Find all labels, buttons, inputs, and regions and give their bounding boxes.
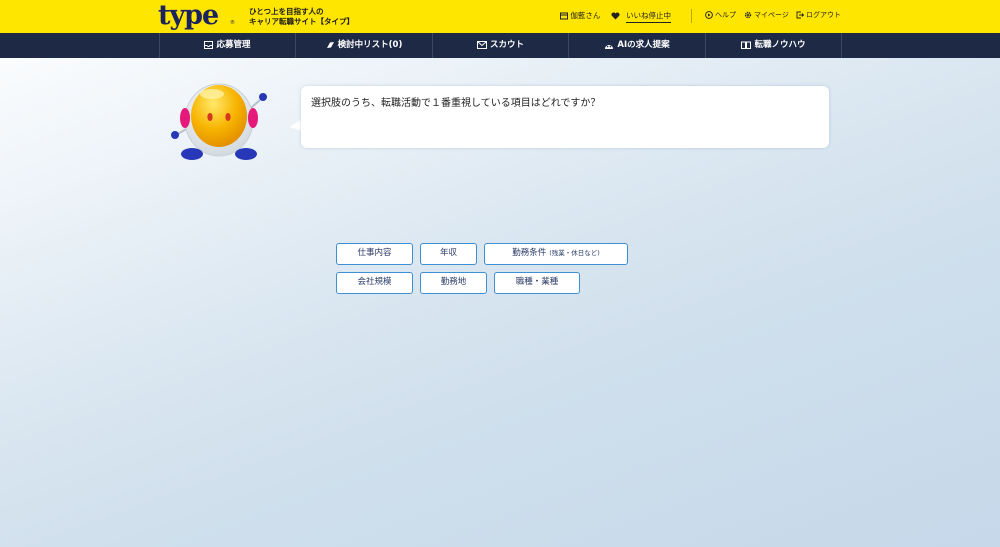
nav-item-shortlist[interactable]: 検討中リスト(0) (296, 33, 433, 58)
like-pause-link[interactable]: いいね停止中 (626, 10, 671, 23)
choice-job-type[interactable]: 職種・業種 (494, 272, 580, 294)
choice-label: 仕事内容 (357, 248, 392, 258)
nav-label: 転職ノウハウ (754, 40, 806, 50)
logout-icon (796, 11, 805, 19)
mypage-label: マイページ (754, 11, 789, 19)
robot-icon (605, 44, 614, 49)
logout-label: ログアウト (806, 11, 841, 19)
choice-label: 勤務条件 (512, 248, 547, 258)
choice-label: 勤務地 (440, 277, 467, 287)
choice-label: 会社規模 (357, 277, 392, 287)
nav-item-applications[interactable]: 応募管理 (159, 33, 296, 58)
nav-label: AIの求人提案 (617, 40, 670, 50)
user-greeting[interactable]: 伽藍さん (560, 10, 600, 22)
nav-label: 応募管理 (216, 40, 251, 50)
user-icon (560, 12, 568, 20)
choice-note: (残業・休日など) (549, 249, 600, 257)
tagline-line1: ひとつ上を目指す人の (249, 7, 324, 16)
logout-link[interactable]: ログアウト (796, 9, 841, 21)
choice-job-content[interactable]: 仕事内容 (336, 243, 413, 265)
choice-salary[interactable]: 年収 (420, 243, 477, 265)
user-name: 伽藍さん (570, 11, 601, 20)
choice-company-size[interactable]: 会社規模 (336, 272, 413, 294)
choice-label: 職種・業種 (515, 277, 559, 287)
header-divider (691, 9, 692, 23)
book-icon (741, 41, 752, 49)
question-bubble: 選択肢のうち、転職活動で１番重視している項目はどれですか？ (301, 86, 829, 148)
registered-mark: ® (230, 20, 235, 26)
mail-icon (476, 40, 487, 49)
mypage-link[interactable]: マイページ (744, 9, 789, 21)
inbox-icon (204, 40, 214, 49)
choice-work-conditions[interactable]: 勤務条件 (残業・休日など) (484, 243, 628, 265)
type-logo[interactable]: type (158, 0, 219, 32)
gear-icon (744, 11, 752, 19)
main-nav: 応募管理 検討中リスト(0) スカウト AIの求人提案 転職ノウハウ (0, 33, 1000, 58)
tagline-line2: キャリア転職サイト【タイプ】 (249, 17, 354, 26)
nav-item-ai-suggestions[interactable]: AIの求人提案 (569, 33, 706, 58)
top-header: type ® ひとつ上を目指す人の キャリア転職サイト【タイプ】 伽藍さん いい… (0, 0, 1000, 33)
nav-item-scout[interactable]: スカウト (433, 33, 569, 58)
nav-item-knowhow[interactable]: 転職ノウハウ (706, 33, 842, 58)
bookmark-icon (326, 41, 334, 48)
heart-icon (611, 12, 620, 20)
nav-label: 検討中リスト(0) (337, 40, 403, 50)
help-link[interactable]: ヘルプ (705, 9, 736, 21)
choice-location[interactable]: 勤務地 (420, 272, 487, 294)
mascot-robot-image (171, 83, 267, 160)
site-tagline: ひとつ上を目指す人の キャリア転職サイト【タイプ】 (249, 7, 354, 27)
help-label: ヘルプ (715, 11, 736, 19)
choice-label: 年収 (439, 248, 457, 258)
nav-label: スカウト (489, 40, 524, 50)
question-text: 選択肢のうち、転職活動で１番重視している項目はどれですか？ (311, 98, 601, 109)
play-circle-icon (705, 11, 713, 19)
